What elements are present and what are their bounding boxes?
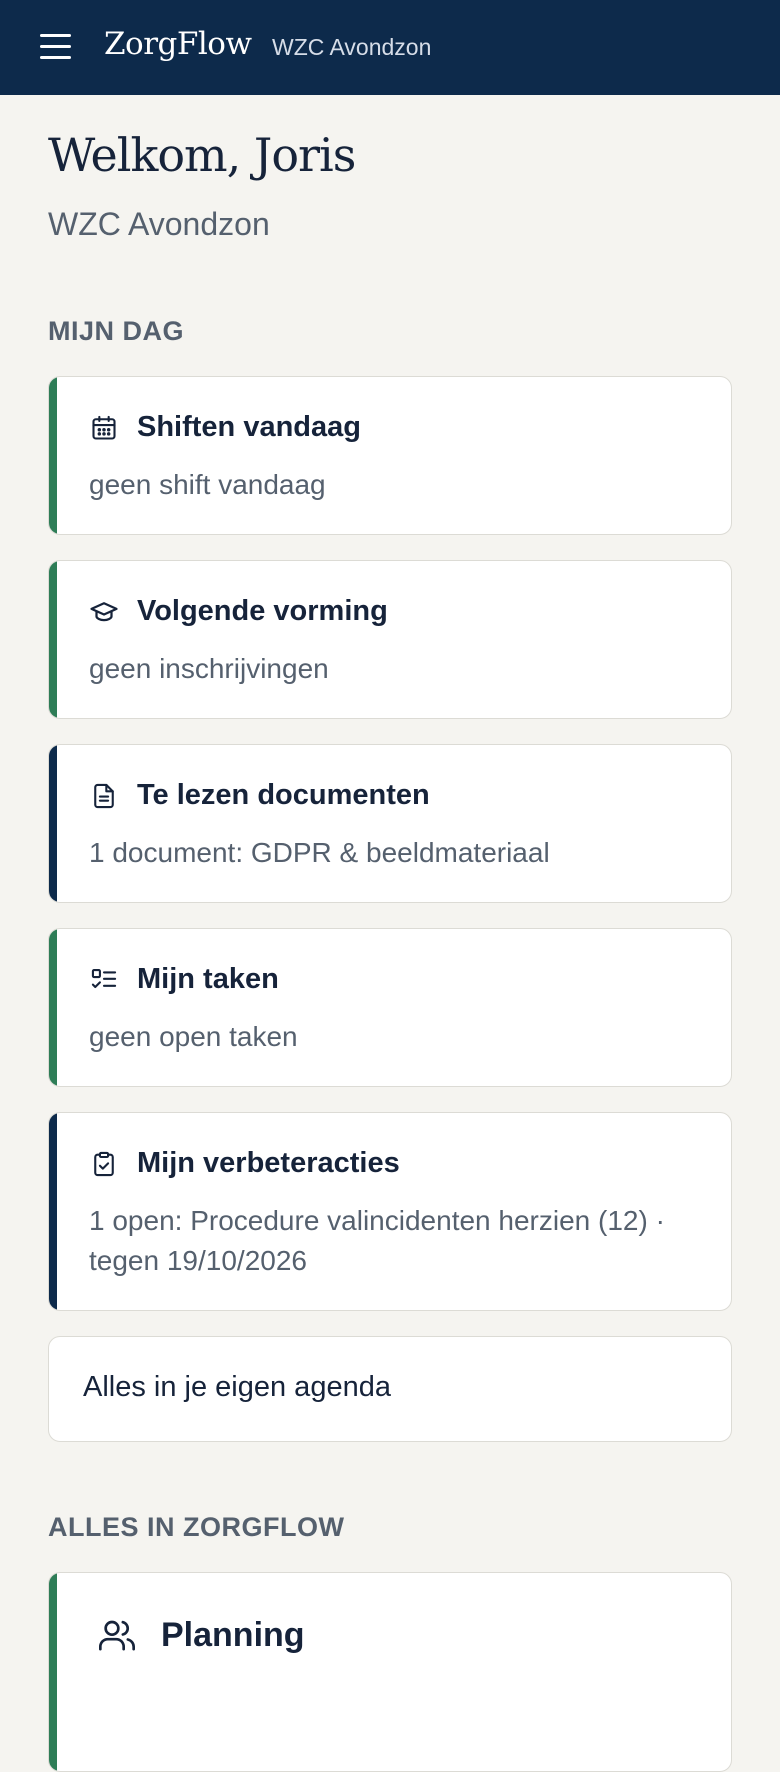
own-agenda-link[interactable]: Alles in je eigen agenda (48, 1336, 732, 1442)
card-shifts-today[interactable]: Shiften vandaag geen shift vandaag (48, 376, 732, 535)
card-accent (49, 1113, 57, 1310)
own-agenda-link-label: Alles in je eigen agenda (83, 1371, 391, 1403)
card-title: Mijn taken (137, 963, 279, 995)
card-accent (49, 745, 57, 902)
graduation-cap-icon (89, 597, 119, 627)
hamburger-menu-icon[interactable] (40, 32, 72, 62)
card-accent (49, 377, 57, 534)
card-title: Mijn verbeteracties (137, 1147, 400, 1179)
section-heading-all-in-app: ALLES IN ZORGFLOW (48, 1512, 345, 1542)
organization-name: WZC Avondzon (272, 34, 432, 60)
page-title: Welkom, Joris (48, 128, 356, 182)
card-my-tasks[interactable]: Mijn taken geen open taken (48, 928, 732, 1087)
card-accent (49, 561, 57, 718)
card-detail: 1 open: Procedure valincidenten herzien … (89, 1205, 665, 1276)
card-planning[interactable]: Planning (48, 1572, 732, 1772)
page-subtitle: WZC Avondzon (48, 206, 270, 242)
card-title: Planning (161, 1615, 305, 1654)
app-logo[interactable]: ZorgFlow (104, 26, 252, 62)
clipboard-check-icon (89, 1149, 119, 1179)
card-title: Te lezen documenten (137, 779, 430, 811)
card-accent (49, 1573, 57, 1771)
section-heading-my-day: MIJN DAG (48, 316, 185, 346)
card-detail: geen open taken (89, 1021, 298, 1052)
card-detail: geen inschrijvingen (89, 653, 329, 684)
users-icon (97, 1615, 137, 1655)
card-accent (49, 929, 57, 1086)
card-my-improvement-actions[interactable]: Mijn verbeteracties 1 open: Procedure va… (48, 1112, 732, 1311)
calendar-icon (89, 413, 119, 443)
document-icon (89, 781, 119, 811)
card-title: Volgende vorming (137, 595, 388, 627)
card-next-training[interactable]: Volgende vorming geen inschrijvingen (48, 560, 732, 719)
card-detail: 1 document: GDPR & beeldmateriaal (89, 837, 550, 868)
card-documents-to-read[interactable]: Te lezen documenten 1 document: GDPR & b… (48, 744, 732, 903)
checklist-icon (89, 965, 119, 995)
top-app-bar: ZorgFlow WZC Avondzon (0, 0, 780, 95)
card-detail: geen shift vandaag (89, 469, 326, 500)
card-title: Shiften vandaag (137, 411, 361, 443)
